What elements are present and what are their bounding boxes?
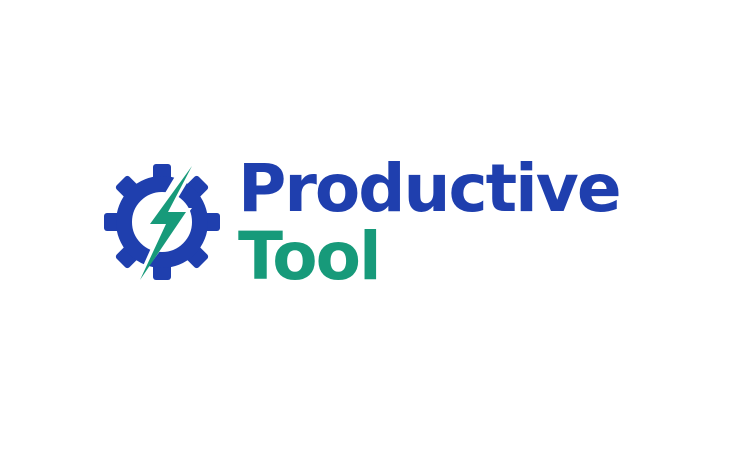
brand-logo: Productive Tool xyxy=(98,150,658,300)
brand-name-line1: Productive xyxy=(238,150,622,227)
gear-lightning-icon xyxy=(104,158,220,286)
brand-name-line2: Tool xyxy=(238,218,382,295)
page-canvas: Productive Tool xyxy=(0,0,750,450)
brand-wordmark: Productive Tool xyxy=(238,150,658,300)
